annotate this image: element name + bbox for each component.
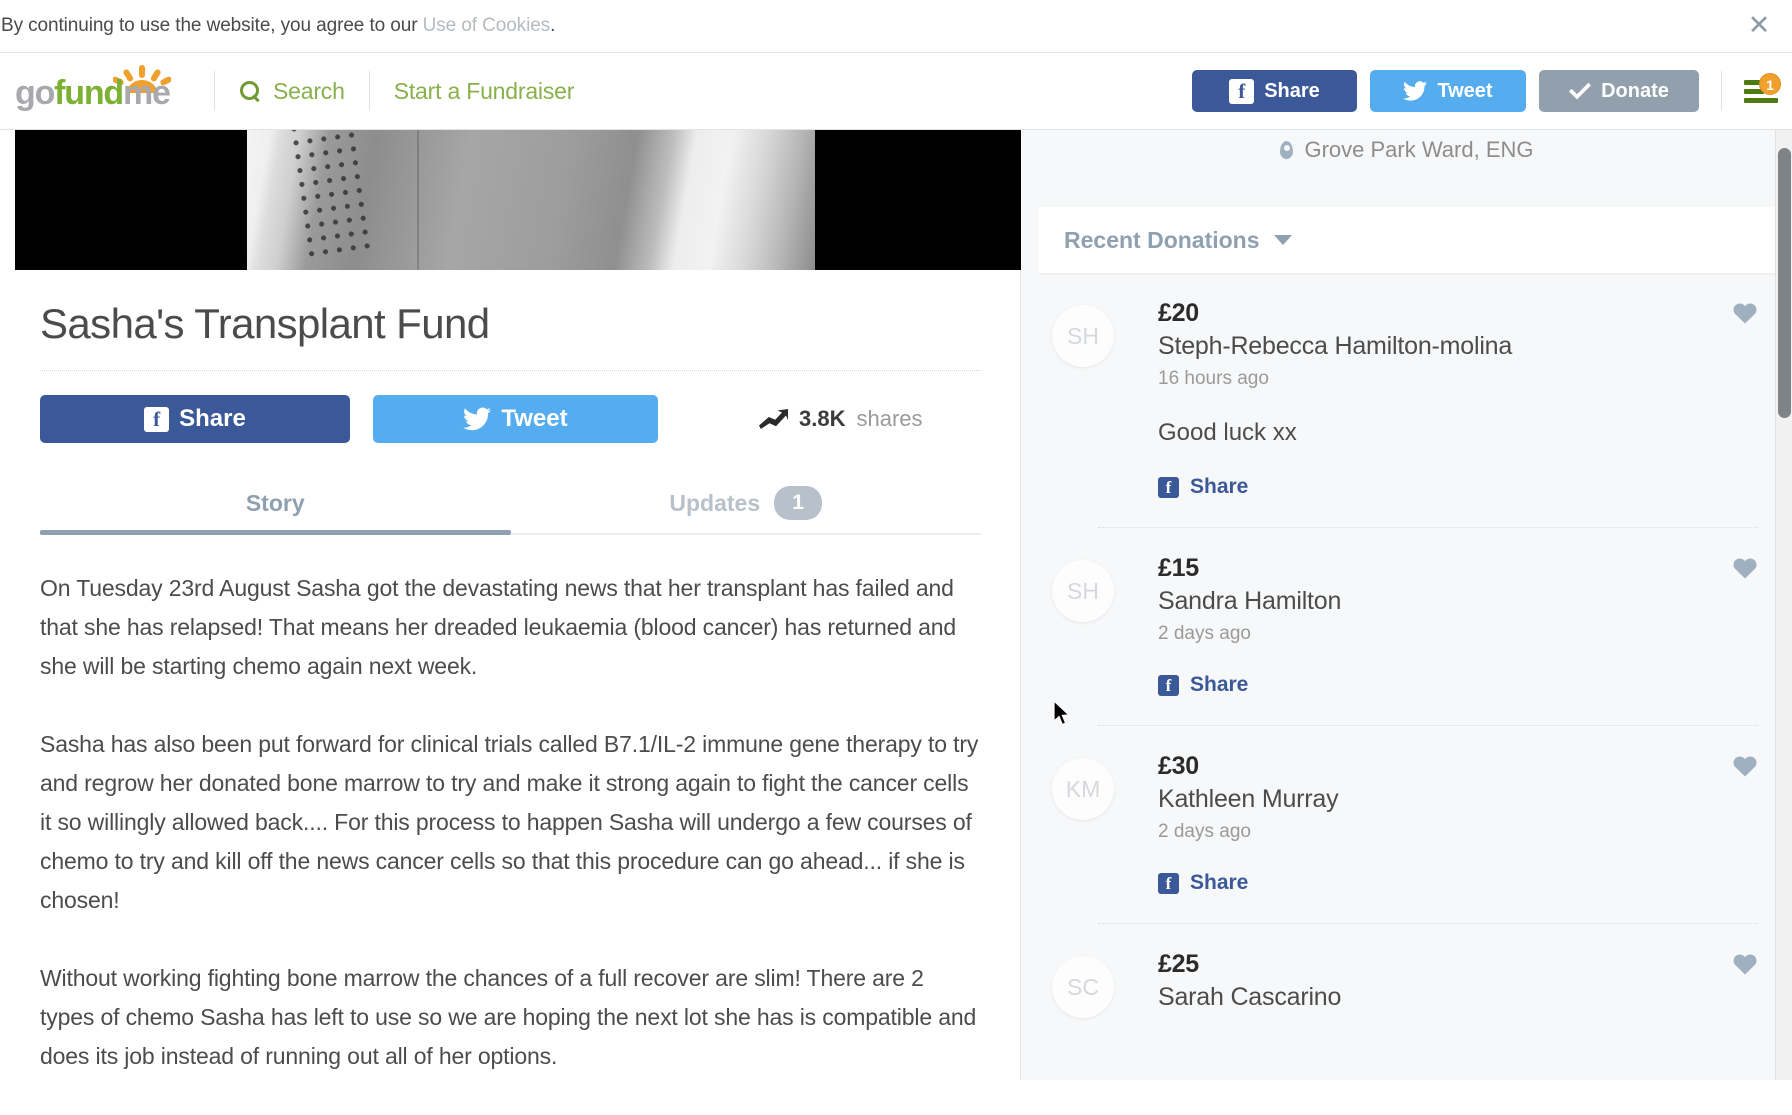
donation-share-label: Share [1190, 475, 1249, 498]
campaign-main-column: Sasha's Transplant Fund f Share Tweet 3.… [0, 130, 1021, 1080]
close-icon[interactable]: ✕ [1744, 11, 1774, 41]
header-divider [214, 71, 215, 111]
gofundme-logo[interactable]: gofundme [15, 65, 190, 117]
donation-share-label: Share [1190, 673, 1249, 696]
donor-name: Sandra Hamilton [1158, 587, 1342, 615]
check-icon [1569, 82, 1592, 100]
avatar: SH [1052, 305, 1114, 367]
donation-share-button[interactable]: f Share [1158, 475, 1722, 499]
tab-updates-label: Updates [669, 489, 761, 516]
menu-badge: 1 [1759, 73, 1781, 95]
story-paragraph: Without working fighting bone marrow the… [40, 965, 977, 1069]
donation-share-button[interactable]: f Share [1158, 673, 1722, 697]
tab-updates-badge: 1 [774, 486, 823, 520]
header-share-label: Share [1264, 79, 1320, 102]
donation-item: SH £20 Steph-Rebecca Hamilton-molina 16 … [1022, 273, 1792, 499]
header-donate-button[interactable]: Donate [1539, 70, 1699, 112]
gofundme-wordmark: gofundme [15, 74, 171, 112]
donation-amount: £20 [1158, 299, 1199, 327]
cookie-text-after: . [550, 15, 556, 36]
heart-icon[interactable] [1732, 952, 1758, 975]
active-tab-indicator [40, 530, 511, 535]
story-paragraph: On Tuesday 23rd August Sasha got the dev… [40, 575, 957, 679]
donation-share-button[interactable]: f Share [1158, 871, 1722, 895]
campaign-share-button[interactable]: f Share [40, 395, 350, 443]
page-title: Sasha's Transplant Fund [40, 300, 490, 347]
campaign-tabs: Story Updates 1 [40, 473, 981, 535]
header-actions: f Share Tweet Donate 1 [1192, 70, 1792, 112]
cookie-consent-text: By continuing to use the website, you ag… [1, 15, 555, 37]
donation-time: 2 days ago [1158, 623, 1251, 644]
facebook-icon: f [1158, 476, 1179, 498]
donor-name: Sarah Cascarino [1158, 983, 1342, 1011]
header-tweet-button[interactable]: Tweet [1370, 70, 1526, 112]
use-of-cookies-link[interactable]: Use of Cookies [423, 15, 551, 36]
tab-updates[interactable]: Updates 1 [511, 473, 982, 533]
trending-up-icon [759, 409, 788, 429]
header-tweet-label: Tweet [1437, 79, 1493, 102]
header-divider-2 [368, 71, 370, 111]
donation-time: 2 days ago [1158, 821, 1251, 842]
scrollbar-thumb[interactable] [1778, 148, 1791, 418]
recent-donations-dropdown[interactable]: Recent Donations [1038, 207, 1776, 273]
donation-item: KM £30 Kathleen Murray 2 days ago f Shar… [1022, 726, 1792, 895]
campaign-tweet-button[interactable]: Tweet [373, 395, 658, 443]
campaign-location-label: Grove Park Ward, ENG [1304, 137, 1534, 162]
facebook-icon: f [1158, 674, 1179, 696]
twitter-icon [463, 407, 492, 431]
recent-donations-label: Recent Donations [1064, 226, 1260, 253]
site-header: gofundme Search Start a Fundraiser f Sha… [0, 53, 1792, 130]
header-share-button[interactable]: f Share [1192, 70, 1357, 112]
header-donate-label: Donate [1601, 79, 1669, 102]
campaign-tweet-label: Tweet [501, 405, 568, 432]
tab-story-label: Story [245, 489, 305, 516]
share-count: 3.8K shares [758, 406, 923, 432]
donation-time: 16 hours ago [1158, 368, 1269, 389]
start-fundraiser-label: Start a Fundraiser [393, 77, 575, 104]
donation-share-label: Share [1190, 871, 1249, 894]
chevron-down-icon [1273, 235, 1292, 245]
search-link[interactable]: Search [239, 78, 345, 105]
facebook-icon: f [1158, 872, 1179, 894]
page-body: Sasha's Transplant Fund f Share Tweet 3.… [0, 130, 1792, 1080]
heart-icon[interactable] [1732, 556, 1758, 579]
share-count-number: 3.8K [799, 406, 846, 431]
search-label: Search [273, 77, 345, 104]
twitter-icon [1403, 81, 1428, 101]
donor-name: Steph-Rebecca Hamilton-molina [1158, 332, 1513, 360]
hamburger-menu-icon[interactable]: 1 [1744, 73, 1781, 104]
avatar: SC [1052, 956, 1114, 1018]
header-divider-3 [1721, 71, 1722, 111]
donor-name: Kathleen Murray [1158, 785, 1339, 813]
story-paragraph: Sasha has also been put forward for clin… [40, 731, 979, 913]
share-count-word: shares [856, 406, 923, 431]
donation-amount: £30 [1158, 752, 1199, 780]
start-fundraiser-link[interactable]: Start a Fundraiser [393, 77, 575, 105]
hero-photo [247, 130, 815, 270]
cookie-consent-bar: By continuing to use the website, you ag… [0, 0, 1792, 53]
campaign-hero-image[interactable] [15, 130, 1021, 270]
title-divider [40, 370, 981, 371]
heart-icon[interactable] [1732, 301, 1758, 324]
search-icon [239, 80, 261, 102]
donation-amount: £25 [1158, 950, 1199, 978]
facebook-icon: f [1229, 78, 1255, 104]
avatar: KM [1052, 758, 1114, 820]
campaign-share-row: f Share Tweet 3.8K shares [40, 395, 1021, 443]
donation-amount: £15 [1158, 554, 1199, 582]
page-scrollbar[interactable] [1775, 130, 1792, 1080]
donation-item: SC £25 Sarah Cascarino [1022, 924, 1792, 1018]
cookie-text-before: By continuing to use the website, you ag… [1, 15, 423, 36]
location-pin-icon [1280, 141, 1294, 160]
avatar: SH [1052, 560, 1114, 622]
facebook-icon: f [144, 406, 170, 432]
campaign-story: On Tuesday 23rd August Sasha got the dev… [40, 569, 981, 1076]
donation-item: SH £15 Sandra Hamilton 2 days ago f Shar… [1022, 528, 1792, 697]
heart-icon[interactable] [1732, 754, 1758, 777]
campaign-share-label: Share [179, 405, 246, 432]
donation-comment: Good luck xx [1158, 419, 1297, 446]
campaign-sidebar: Grove Park Ward, ENG Recent Donations SH… [1022, 130, 1792, 1080]
tab-story[interactable]: Story [40, 473, 511, 533]
campaign-location: Grove Park Ward, ENG [1022, 130, 1792, 170]
